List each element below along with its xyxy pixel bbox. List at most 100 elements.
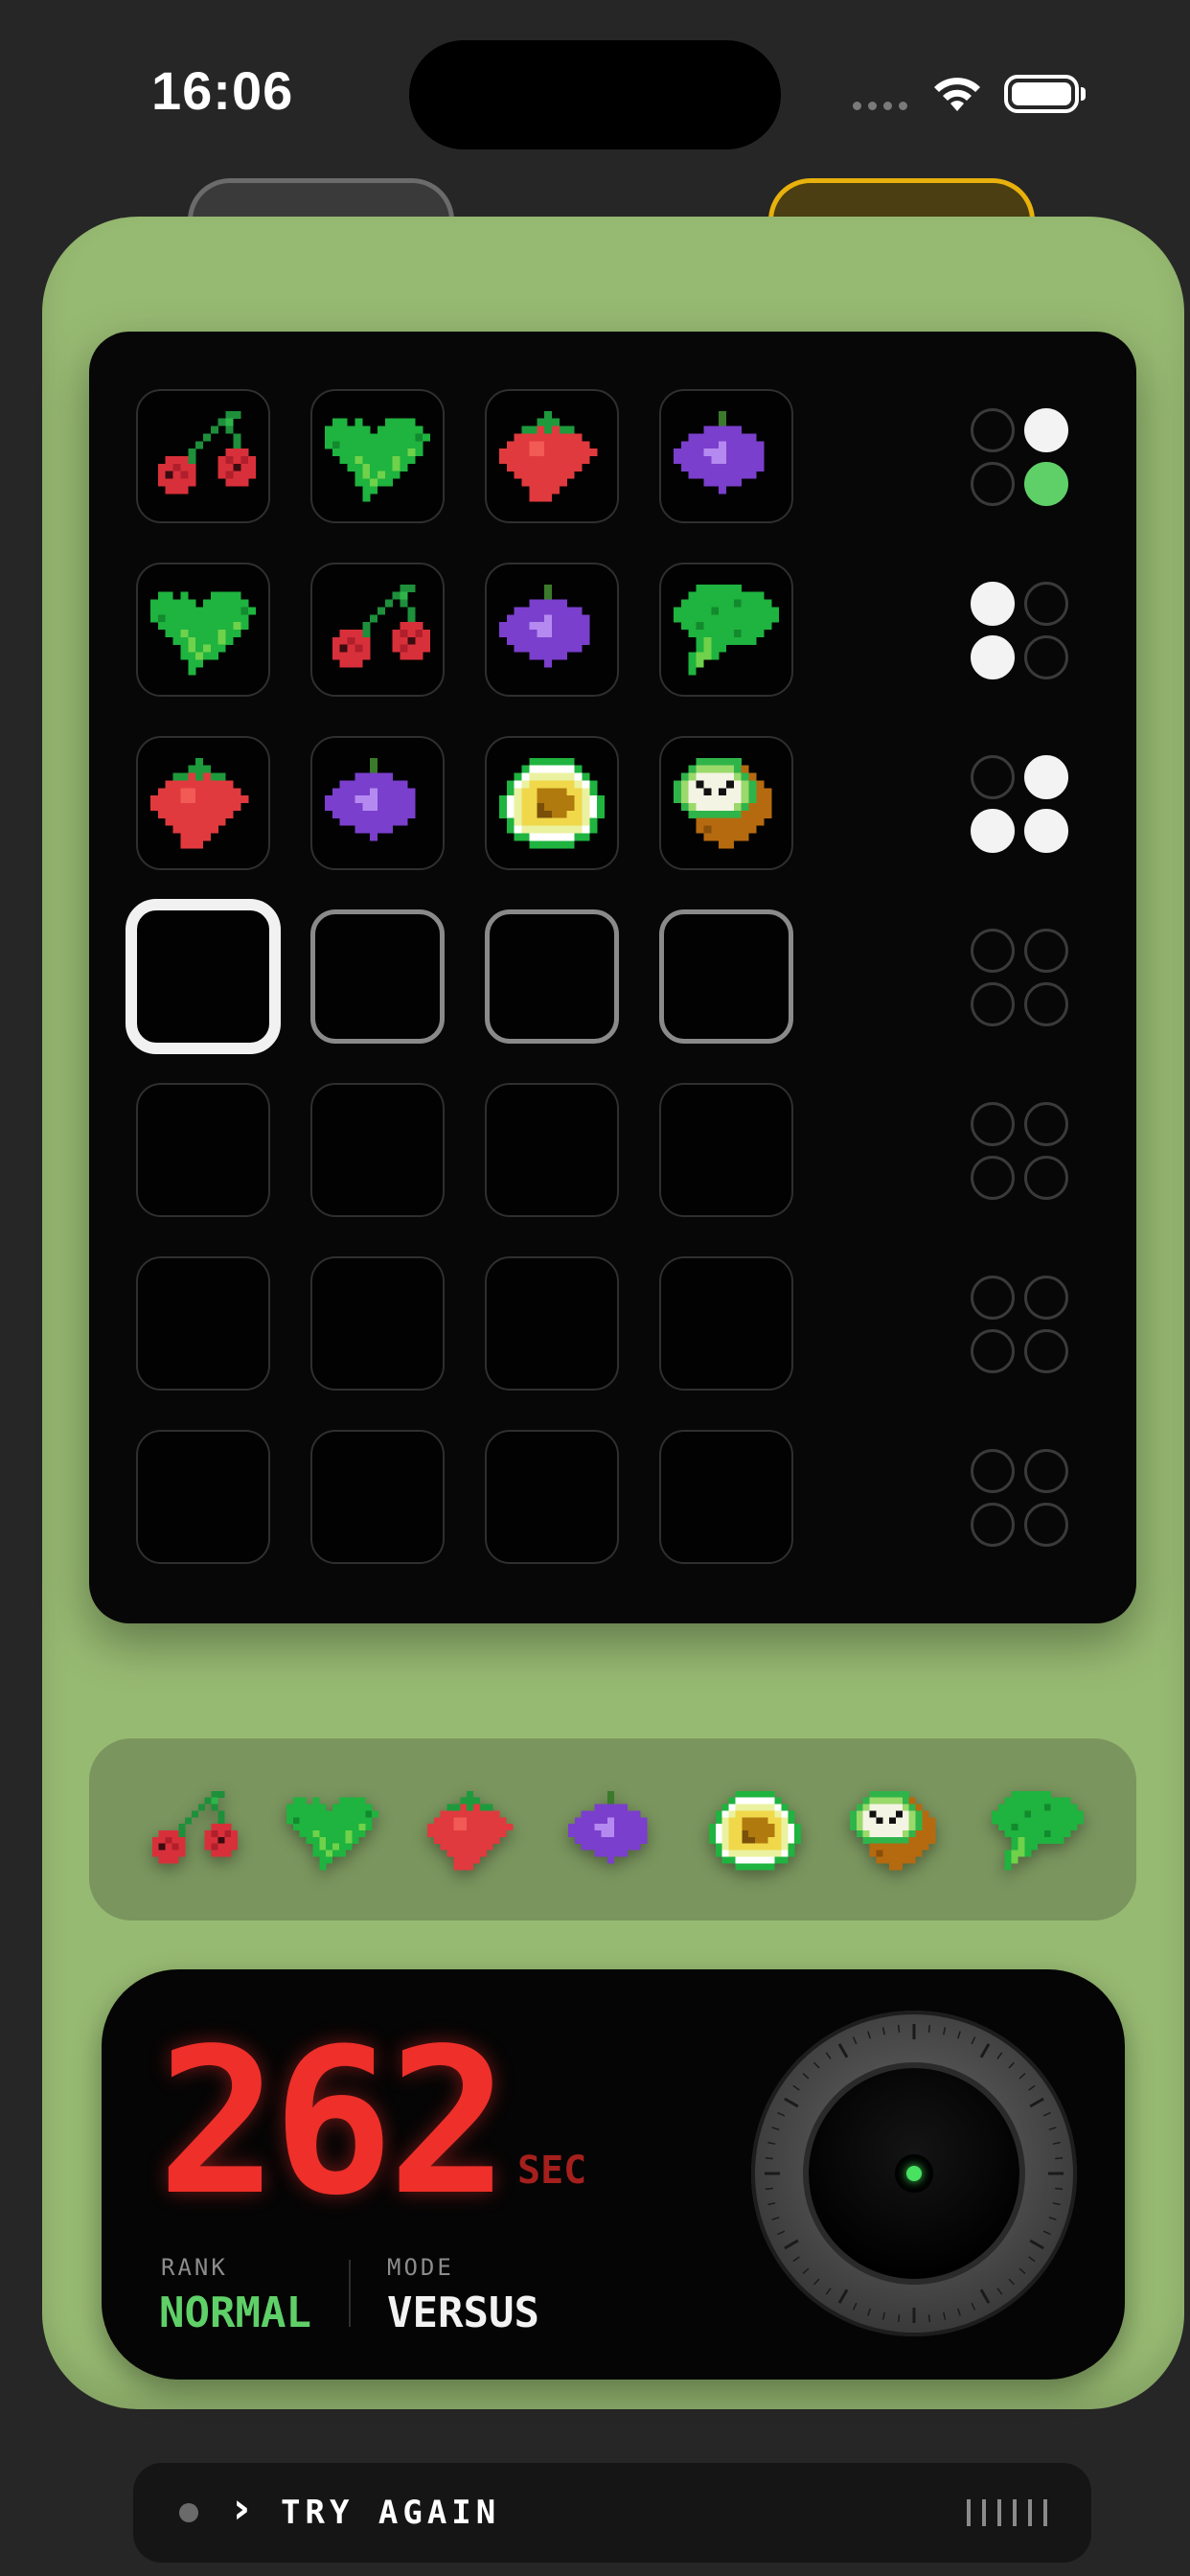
feedback-peg-empty	[1024, 635, 1068, 679]
palette-avocado-button[interactable]	[707, 1782, 803, 1878]
cherry-icon	[332, 584, 430, 668]
board-cell-empty[interactable]	[485, 1083, 619, 1217]
feedback-peg-empty	[1024, 1329, 1068, 1373]
cherry-icon	[151, 1790, 238, 1864]
try-again-label: TRY AGAIN	[281, 2494, 501, 2532]
feedback-peg-empty	[971, 1329, 1015, 1373]
feedback-peg-white	[1024, 755, 1068, 799]
board-cell-broccoli[interactable]	[310, 389, 445, 523]
feedback-peg-empty	[1024, 929, 1068, 973]
feedback-peg-empty	[971, 1449, 1015, 1493]
strawberry-icon	[150, 757, 249, 849]
grape-icon	[674, 410, 765, 494]
feedback-peg-white	[1024, 408, 1068, 452]
grape-icon	[499, 584, 590, 668]
board-cell-empty[interactable]	[659, 1256, 793, 1391]
cherry-icon	[157, 410, 256, 494]
board-cell-broccoli-tree[interactable]	[659, 563, 793, 697]
battery-icon	[1004, 75, 1086, 113]
dial-knob[interactable]	[751, 2011, 1077, 2336]
avocado-icon	[499, 757, 605, 849]
feedback-peg-white	[971, 809, 1015, 853]
board-cell-empty[interactable]	[485, 909, 619, 1044]
feedback-peg-empty	[971, 1156, 1015, 1200]
board-cell-empty[interactable]	[136, 1430, 270, 1564]
feedback-peg-empty	[971, 1276, 1015, 1320]
feedback-peg-empty	[1024, 1102, 1068, 1146]
dynamic-island	[409, 40, 781, 150]
feedback-peg-white	[971, 582, 1015, 626]
board-cell-avocado[interactable]	[485, 736, 619, 870]
dial-inner	[809, 2068, 1019, 2279]
board-cell-cherry[interactable]	[310, 563, 445, 697]
palette-strawberry-button[interactable]	[425, 1782, 521, 1878]
feedback-peg-empty	[971, 462, 1015, 506]
board-cell-strawberry[interactable]	[485, 389, 619, 523]
board-cell-empty[interactable]	[310, 1430, 445, 1564]
broccoli-icon	[325, 418, 430, 502]
board-cell-grape[interactable]	[310, 736, 445, 870]
palette-grape-button[interactable]	[566, 1782, 662, 1878]
barcode-icon	[967, 2499, 1047, 2526]
feedback-peg-empty	[1024, 1156, 1068, 1200]
palette-cherry-button[interactable]	[144, 1782, 240, 1878]
grape-icon	[325, 757, 416, 841]
feedback-peg-green	[1024, 462, 1068, 506]
score-unit: SEC	[517, 2149, 587, 2193]
feedback-peg-empty	[1024, 582, 1068, 626]
wifi-icon	[934, 78, 980, 111]
board-cell-empty[interactable]	[126, 899, 281, 1054]
broccoli-icon	[150, 591, 256, 676]
avocado-icon	[709, 1790, 801, 1871]
board-cell-empty[interactable]	[310, 1083, 445, 1217]
kiwi-icon	[674, 757, 772, 849]
palette-broccoli-button[interactable]	[285, 1782, 380, 1878]
board-cell-empty[interactable]	[136, 1256, 270, 1391]
board-cell-empty[interactable]	[659, 909, 793, 1044]
palette-kiwi-button[interactable]	[848, 1782, 944, 1878]
dial-led-icon	[895, 2154, 933, 2193]
feedback-peg-empty	[1024, 982, 1068, 1026]
board-cell-kiwi[interactable]	[659, 736, 793, 870]
feedback-peg-empty	[1024, 1503, 1068, 1547]
board-cell-empty[interactable]	[659, 1430, 793, 1564]
kiwi-icon	[850, 1790, 936, 1871]
board-cell-grape[interactable]	[659, 389, 793, 523]
broccoli-tree-icon	[674, 584, 779, 676]
board-cell-empty[interactable]	[485, 1430, 619, 1564]
palette-broccoli-tree-button[interactable]	[990, 1782, 1086, 1878]
feedback-peg-empty	[971, 408, 1015, 452]
strawberry-icon	[427, 1790, 514, 1871]
board-cell-empty[interactable]	[310, 909, 445, 1044]
try-again-button[interactable]: › TRY AGAIN	[133, 2463, 1091, 2563]
board-cell-cherry[interactable]	[136, 389, 270, 523]
feedback-peg-white	[971, 635, 1015, 679]
chevron-right-icon: ›	[233, 2484, 251, 2533]
status-time: 16:06	[151, 60, 294, 121]
broccoli-icon	[286, 1797, 378, 1871]
feedback-peg-white	[1024, 809, 1068, 853]
strawberry-icon	[499, 410, 598, 502]
board-cell-empty[interactable]	[136, 1083, 270, 1217]
board-cell-empty[interactable]	[310, 1256, 445, 1391]
mode-value: VERSUS	[387, 2288, 539, 2337]
feedback-peg-empty	[971, 1102, 1015, 1146]
mode-label: MODE	[387, 2254, 454, 2281]
feedback-peg-empty	[971, 929, 1015, 973]
feedback-peg-empty	[1024, 1276, 1068, 1320]
board-cell-empty[interactable]	[659, 1083, 793, 1217]
feedback-peg-empty	[1024, 1449, 1068, 1493]
board-cell-strawberry[interactable]	[136, 736, 270, 870]
meta-divider	[349, 2260, 351, 2327]
broccoli-tree-icon	[992, 1790, 1084, 1871]
feedback-peg-empty	[971, 755, 1015, 799]
signal-dots-icon	[853, 102, 907, 110]
board-cell-grape[interactable]	[485, 563, 619, 697]
board-cell-broccoli[interactable]	[136, 563, 270, 697]
score-value: 262	[157, 2005, 509, 2240]
rank-value: NORMAL	[159, 2288, 311, 2337]
rank-label: RANK	[161, 2254, 228, 2281]
grape-icon	[568, 1790, 648, 1864]
board-cell-empty[interactable]	[485, 1256, 619, 1391]
feedback-peg-empty	[971, 1503, 1015, 1547]
